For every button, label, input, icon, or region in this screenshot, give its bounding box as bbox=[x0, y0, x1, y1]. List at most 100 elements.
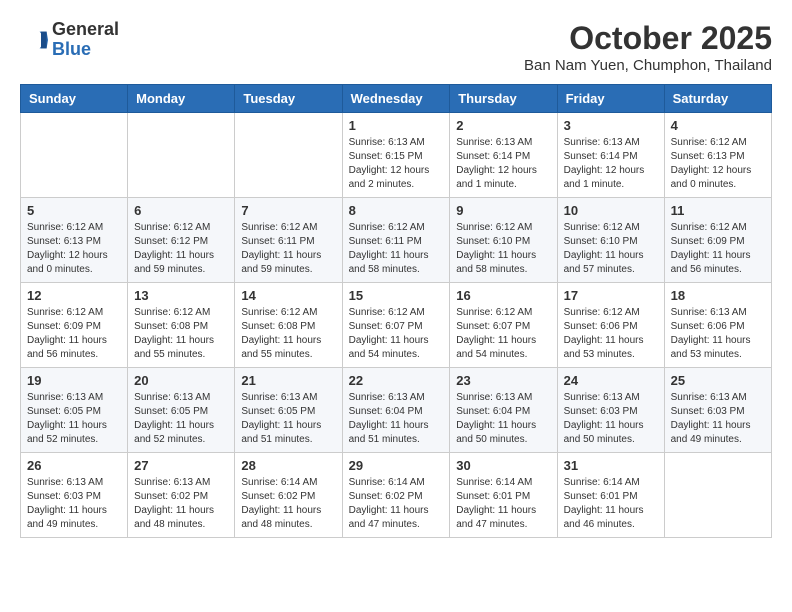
calendar-cell: 24Sunrise: 6:13 AM Sunset: 6:03 PM Dayli… bbox=[557, 368, 664, 453]
day-info: Sunrise: 6:12 AM Sunset: 6:11 PM Dayligh… bbox=[349, 221, 444, 277]
day-number: 17 bbox=[564, 288, 658, 303]
column-header-wednesday: Wednesday bbox=[342, 85, 450, 113]
column-header-friday: Friday bbox=[557, 85, 664, 113]
day-number: 31 bbox=[564, 458, 658, 473]
day-number: 3 bbox=[564, 118, 658, 133]
column-header-monday: Monday bbox=[128, 85, 235, 113]
location-title: Ban Nam Yuen, Chumphon, Thailand bbox=[524, 57, 772, 74]
calendar-cell: 7 Sunrise: 6:12 AM Sunset: 6:11 PM Daylig… bbox=[235, 198, 342, 283]
calendar-table: SundayMondayTuesdayWednesdayThursdayFrid… bbox=[20, 84, 772, 538]
day-number: 4 bbox=[671, 118, 765, 133]
calendar-cell: 20 Sunrise: 6:13 AM Sunset: 6:05 PM Dayli… bbox=[128, 368, 235, 453]
calendar-cell bbox=[664, 453, 771, 538]
day-number: 25 bbox=[671, 373, 765, 388]
calendar-cell: 25Sunrise: 6:13 AM Sunset: 6:03 PM Dayli… bbox=[664, 368, 771, 453]
day-number: 14 bbox=[241, 288, 335, 303]
day-info: Sunrise: 6:12 AM Sunset: 6:13 PM Dayligh… bbox=[671, 136, 765, 192]
calendar-cell: 6Sunrise: 6:12 AM Sunset: 6:12 PM Daylig… bbox=[128, 198, 235, 283]
calendar-cell: 21 Sunrise: 6:13 AM Sunset: 6:05 PM Dayli… bbox=[235, 368, 342, 453]
calendar-cell: 18 Sunrise: 6:13 AM Sunset: 6:06 PM Dayli… bbox=[664, 283, 771, 368]
day-info: Sunrise: 6:13 AM Sunset: 6:05 PM Dayligh… bbox=[134, 391, 228, 447]
calendar-cell: 14 Sunrise: 6:12 AM Sunset: 6:08 PM Dayli… bbox=[235, 283, 342, 368]
day-info: Sunrise: 6:14 AM Sunset: 6:01 PM Dayligh… bbox=[456, 476, 550, 532]
day-info: Sunrise: 6:14 AM Sunset: 6:02 PM Dayligh… bbox=[241, 476, 335, 532]
column-header-saturday: Saturday bbox=[664, 85, 771, 113]
day-number: 26 bbox=[27, 458, 121, 473]
day-info: Sunrise: 6:14 AM Sunset: 6:02 PM Dayligh… bbox=[349, 476, 444, 532]
day-info: Sunrise: 6:13 AM Sunset: 6:02 PM Dayligh… bbox=[134, 476, 228, 532]
day-info: Sunrise: 6:12 AM Sunset: 6:08 PM Dayligh… bbox=[241, 306, 335, 362]
calendar-cell: 30 Sunrise: 6:14 AM Sunset: 6:01 PM Dayli… bbox=[450, 453, 557, 538]
day-number: 8 bbox=[349, 203, 444, 218]
day-info: Sunrise: 6:13 AM Sunset: 6:04 PM Dayligh… bbox=[456, 391, 550, 447]
day-info: Sunrise: 6:12 AM Sunset: 6:07 PM Dayligh… bbox=[456, 306, 550, 362]
calendar-cell bbox=[128, 113, 235, 198]
day-info: Sunrise: 6:12 AM Sunset: 6:13 PM Dayligh… bbox=[27, 221, 121, 277]
day-number: 11 bbox=[671, 203, 765, 218]
logo-text: General Blue bbox=[52, 20, 119, 60]
day-number: 19 bbox=[27, 373, 121, 388]
day-info: Sunrise: 6:13 AM Sunset: 6:04 PM Dayligh… bbox=[349, 391, 444, 447]
day-number: 13 bbox=[134, 288, 228, 303]
day-info: Sunrise: 6:13 AM Sunset: 6:05 PM Dayligh… bbox=[241, 391, 335, 447]
day-number: 29 bbox=[349, 458, 444, 473]
calendar-cell: 31 Sunrise: 6:14 AM Sunset: 6:01 PM Dayli… bbox=[557, 453, 664, 538]
calendar-cell: 3 Sunrise: 6:13 AM Sunset: 6:14 PM Daylig… bbox=[557, 113, 664, 198]
column-header-tuesday: Tuesday bbox=[235, 85, 342, 113]
logo-icon bbox=[20, 26, 48, 54]
calendar-week-1: 1 Sunrise: 6:13 AM Sunset: 6:15 PM Daylig… bbox=[21, 113, 772, 198]
calendar-cell: 26Sunrise: 6:13 AM Sunset: 6:03 PM Dayli… bbox=[21, 453, 128, 538]
column-header-thursday: Thursday bbox=[450, 85, 557, 113]
day-number: 20 bbox=[134, 373, 228, 388]
day-number: 28 bbox=[241, 458, 335, 473]
calendar-cell: 19 Sunrise: 6:13 AM Sunset: 6:05 PM Dayli… bbox=[21, 368, 128, 453]
calendar-week-2: 5Sunrise: 6:12 AM Sunset: 6:13 PM Daylig… bbox=[21, 198, 772, 283]
day-number: 27 bbox=[134, 458, 228, 473]
day-info: Sunrise: 6:13 AM Sunset: 6:03 PM Dayligh… bbox=[564, 391, 658, 447]
day-number: 16 bbox=[456, 288, 550, 303]
title-block: October 2025 Ban Nam Yuen, Chumphon, Tha… bbox=[524, 20, 772, 74]
calendar-week-3: 12 Sunrise: 6:12 AM Sunset: 6:09 PM Dayli… bbox=[21, 283, 772, 368]
calendar-cell: 15Sunrise: 6:12 AM Sunset: 6:07 PM Dayli… bbox=[342, 283, 450, 368]
day-number: 22 bbox=[349, 373, 444, 388]
month-title: October 2025 bbox=[524, 20, 772, 57]
day-number: 2 bbox=[456, 118, 550, 133]
calendar-cell: 13 Sunrise: 6:12 AM Sunset: 6:08 PM Dayli… bbox=[128, 283, 235, 368]
day-info: Sunrise: 6:13 AM Sunset: 6:05 PM Dayligh… bbox=[27, 391, 121, 447]
day-info: Sunrise: 6:13 AM Sunset: 6:15 PM Dayligh… bbox=[349, 136, 444, 192]
calendar-cell: 4 Sunrise: 6:12 AM Sunset: 6:13 PM Daylig… bbox=[664, 113, 771, 198]
calendar-cell bbox=[235, 113, 342, 198]
calendar-cell: 5Sunrise: 6:12 AM Sunset: 6:13 PM Daylig… bbox=[21, 198, 128, 283]
day-number: 30 bbox=[456, 458, 550, 473]
day-number: 18 bbox=[671, 288, 765, 303]
calendar-week-4: 19 Sunrise: 6:13 AM Sunset: 6:05 PM Dayli… bbox=[21, 368, 772, 453]
day-number: 23 bbox=[456, 373, 550, 388]
calendar-cell: 16 Sunrise: 6:12 AM Sunset: 6:07 PM Dayli… bbox=[450, 283, 557, 368]
column-header-sunday: Sunday bbox=[21, 85, 128, 113]
day-info: Sunrise: 6:12 AM Sunset: 6:10 PM Dayligh… bbox=[456, 221, 550, 277]
day-number: 21 bbox=[241, 373, 335, 388]
day-number: 12 bbox=[27, 288, 121, 303]
day-info: Sunrise: 6:12 AM Sunset: 6:12 PM Dayligh… bbox=[134, 221, 228, 277]
day-info: Sunrise: 6:13 AM Sunset: 6:14 PM Dayligh… bbox=[564, 136, 658, 192]
calendar-cell: 12 Sunrise: 6:12 AM Sunset: 6:09 PM Dayli… bbox=[21, 283, 128, 368]
day-info: Sunrise: 6:13 AM Sunset: 6:14 PM Dayligh… bbox=[456, 136, 550, 192]
day-info: Sunrise: 6:12 AM Sunset: 6:06 PM Dayligh… bbox=[564, 306, 658, 362]
day-number: 10 bbox=[564, 203, 658, 218]
day-info: Sunrise: 6:12 AM Sunset: 6:11 PM Dayligh… bbox=[241, 221, 335, 277]
day-info: Sunrise: 6:13 AM Sunset: 6:06 PM Dayligh… bbox=[671, 306, 765, 362]
calendar-cell: 27 Sunrise: 6:13 AM Sunset: 6:02 PM Dayli… bbox=[128, 453, 235, 538]
calendar-cell: 2 Sunrise: 6:13 AM Sunset: 6:14 PM Daylig… bbox=[450, 113, 557, 198]
day-number: 1 bbox=[349, 118, 444, 133]
calendar-cell: 11Sunrise: 6:12 AM Sunset: 6:09 PM Dayli… bbox=[664, 198, 771, 283]
calendar-cell: 17 Sunrise: 6:12 AM Sunset: 6:06 PM Dayli… bbox=[557, 283, 664, 368]
calendar-cell: 10 Sunrise: 6:12 AM Sunset: 6:10 PM Dayli… bbox=[557, 198, 664, 283]
calendar-cell: 22 Sunrise: 6:13 AM Sunset: 6:04 PM Dayli… bbox=[342, 368, 450, 453]
day-number: 7 bbox=[241, 203, 335, 218]
day-info: Sunrise: 6:14 AM Sunset: 6:01 PM Dayligh… bbox=[564, 476, 658, 532]
calendar-cell: 9Sunrise: 6:12 AM Sunset: 6:10 PM Daylig… bbox=[450, 198, 557, 283]
day-info: Sunrise: 6:12 AM Sunset: 6:10 PM Dayligh… bbox=[564, 221, 658, 277]
day-info: Sunrise: 6:12 AM Sunset: 6:09 PM Dayligh… bbox=[27, 306, 121, 362]
day-info: Sunrise: 6:12 AM Sunset: 6:08 PM Dayligh… bbox=[134, 306, 228, 362]
day-info: Sunrise: 6:12 AM Sunset: 6:07 PM Dayligh… bbox=[349, 306, 444, 362]
